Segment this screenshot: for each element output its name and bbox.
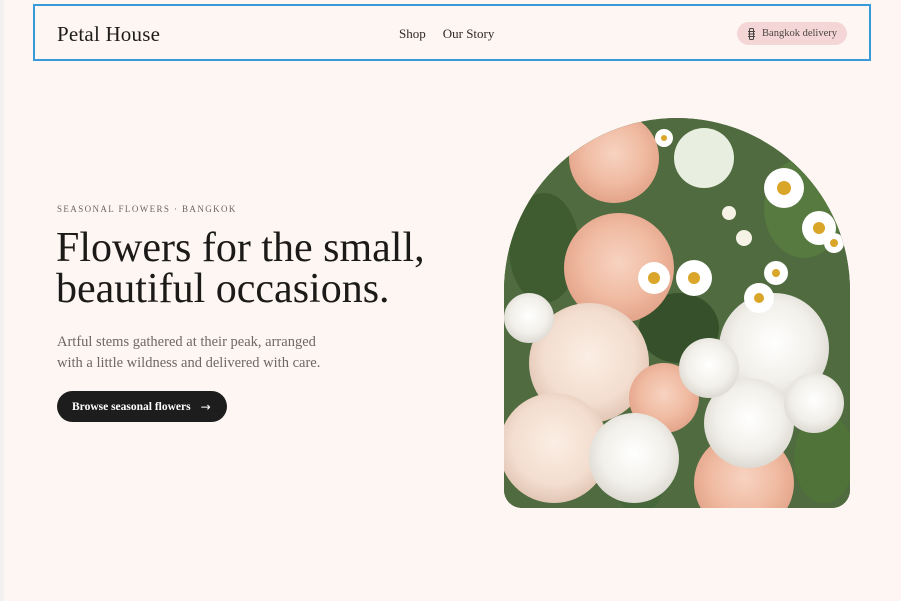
ribbon-icon — [747, 27, 756, 40]
headline-line-2: beautiful occasions. — [56, 266, 390, 312]
hero-headline: Flowers for the small, beautiful occasio… — [56, 225, 476, 312]
delivery-badge[interactable]: Bangkok delivery — [737, 22, 847, 45]
browse-flowers-label: Browse seasonal flowers — [72, 400, 191, 413]
headline-line-1: Flowers for the small, — [56, 225, 425, 271]
page: Petal House Shop Our Story Bangkok deliv… — [4, 0, 901, 601]
hero-flower-image — [504, 118, 850, 508]
browse-flowers-button[interactable]: Browse seasonal flowers → — [57, 391, 227, 422]
lede-line-2: with a little wildness and delivered wit… — [57, 355, 321, 371]
arrow-right-icon: → — [200, 399, 211, 414]
delivery-badge-label: Bangkok delivery — [762, 28, 837, 39]
hero-eyebrow: SEASONAL FLOWERS · BANGKOK — [57, 204, 237, 214]
hero-description: Artful stems gathered at their peak, arr… — [57, 332, 377, 374]
nav-our-story[interactable]: Our Story — [443, 26, 495, 42]
main-nav: Shop Our Story — [399, 26, 494, 42]
brand-logo[interactable]: Petal House — [57, 22, 160, 47]
lede-line-1: Artful stems gathered at their peak, arr… — [57, 334, 316, 350]
nav-shop[interactable]: Shop — [399, 26, 426, 42]
site-header: Petal House Shop Our Story Bangkok deliv… — [33, 4, 871, 61]
